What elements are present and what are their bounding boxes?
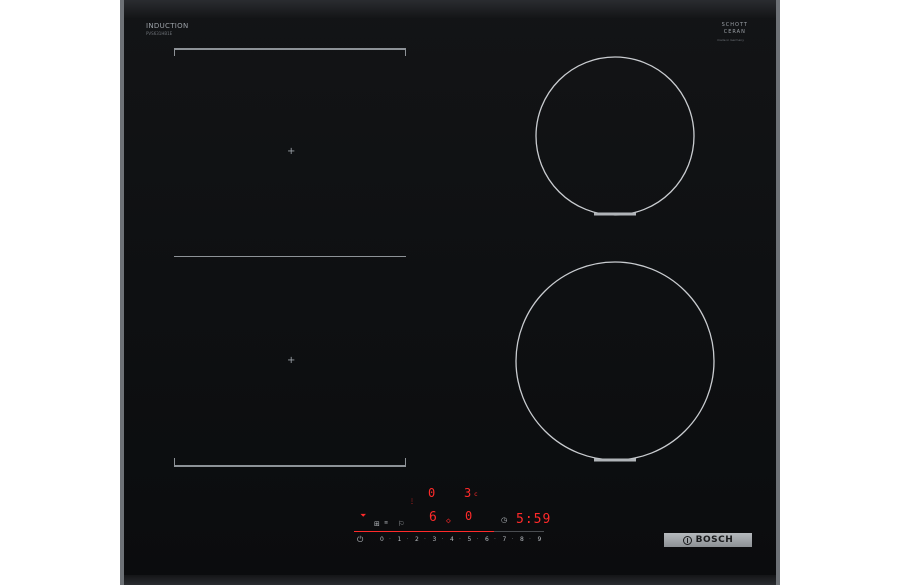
heat-menu-icon[interactable]: ≡ [384, 520, 388, 526]
brand-badge: BOSCH [664, 533, 752, 547]
lower-right-zone-display: 0 [465, 509, 473, 523]
pan-boost-icon[interactable]: ⚐ [398, 520, 404, 528]
power-level-0[interactable]: 0 [380, 536, 384, 543]
power-level-3[interactable]: 3 [433, 536, 437, 543]
timer-clock-icon[interactable]: ◷ [501, 516, 507, 524]
power-level-5[interactable]: 5 [468, 536, 472, 543]
power-scale-dot: · [424, 536, 426, 543]
power-slider-fill [354, 531, 494, 532]
power-level-7[interactable]: 7 [503, 536, 507, 543]
power-scale-dot: · [494, 536, 496, 543]
grid-menu-icon[interactable]: ⊞ [374, 520, 380, 528]
power-scale-dot: · [529, 536, 531, 543]
power-scale-dot: · [511, 536, 514, 543]
power-slider-track [494, 531, 544, 532]
bosch-logo-icon [682, 535, 692, 545]
power-on-off-icon[interactable]: ⏻ [357, 535, 363, 545]
upper-left-zone-display: 0 [428, 486, 436, 500]
zone-selected-icon[interactable]: ◇ [446, 516, 451, 525]
cooktop-panel: INDUCTION PVS631HB1E SCHOTT CERAN made i… [120, 0, 780, 585]
flex-zone-indicator-icon[interactable]: ⏷ [360, 511, 366, 521]
power-level-4[interactable]: 4 [450, 536, 454, 543]
upper-right-zone-display: 3 [464, 486, 472, 500]
lower-left-zone-display: 6 [429, 510, 437, 525]
power-level-8[interactable]: 8 [520, 536, 524, 543]
timer-display: 5:59 [516, 512, 552, 527]
power-level-9[interactable]: 9 [538, 536, 542, 543]
brand-name: BOSCH [695, 535, 734, 545]
upper-right-zone-subscript: c [474, 491, 478, 498]
power-scale-dot: · [459, 536, 461, 543]
power-scale-dot: · [476, 536, 479, 543]
zone-select-icon[interactable]: ⋮ [409, 499, 415, 505]
power-level-1[interactable]: 1 [398, 536, 402, 543]
power-scale-dot: · [406, 536, 409, 543]
touch-control-panel: ⏷ ⋮ 0 3 c 6 0 ◇ ⊞ ≡ ⚐ ◷ 5:59 ⏻ 0 · 1 · 2 · 3 · 4… [124, 0, 784, 585]
power-level-6[interactable]: 6 [485, 536, 489, 543]
power-scale-dot: · [389, 536, 391, 543]
power-scale-dot: · [441, 536, 444, 543]
power-level-2[interactable]: 2 [415, 536, 419, 543]
